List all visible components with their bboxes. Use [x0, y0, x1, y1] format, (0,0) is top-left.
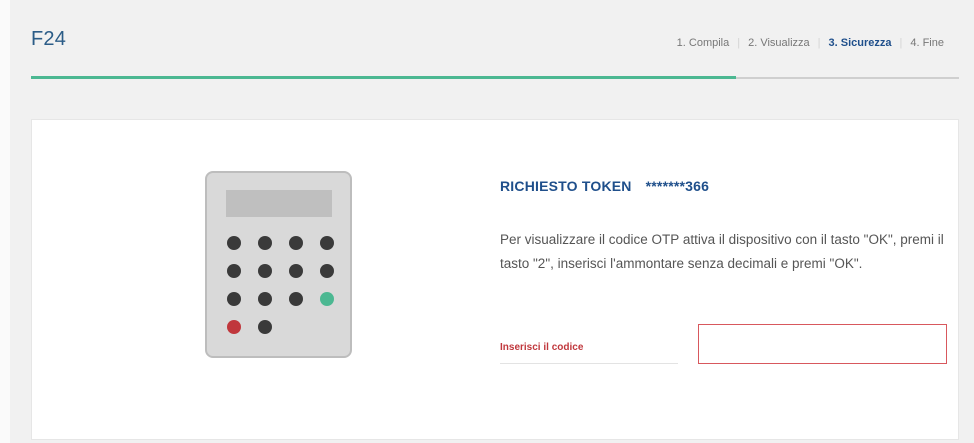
device-key	[289, 236, 303, 250]
left-edge	[0, 0, 10, 443]
token-masked-number: *******366	[645, 178, 710, 194]
device-key	[258, 320, 272, 334]
device-key	[227, 292, 241, 306]
step-sicurezza: 3. Sicurezza	[828, 37, 892, 49]
device-key	[227, 236, 241, 250]
page-background: F24 1. Compila | 2. Visualizza | 3. Sicu…	[0, 0, 974, 443]
device-cancel-key	[227, 320, 241, 334]
device-screen	[226, 190, 332, 217]
step-compila: 1. Compila	[676, 37, 730, 49]
device-key	[227, 264, 241, 278]
otp-token-device-icon	[205, 171, 352, 358]
progress-fill	[31, 76, 737, 79]
device-key	[289, 264, 303, 278]
token-instructions: Per visualizzare il codice OTP attiva il…	[500, 232, 944, 271]
device-key	[258, 236, 272, 250]
device-key	[289, 292, 303, 306]
token-heading: RICHIESTO TOKEN *******366	[500, 178, 709, 194]
device-key	[258, 292, 272, 306]
progress-bar	[31, 76, 959, 79]
code-field-divider	[500, 363, 678, 364]
stepper: 1. Compila | 2. Visualizza | 3. Sicurezz…	[669, 37, 952, 49]
otp-code-input[interactable]	[698, 324, 947, 364]
step-visualizza: 2. Visualizza	[748, 37, 810, 49]
device-key	[320, 264, 334, 278]
page-title: F24	[31, 28, 67, 50]
token-title-text: RICHIESTO TOKEN	[500, 178, 632, 194]
code-field-label: Inserisci il codice	[500, 342, 584, 353]
step-fine: 4. Fine	[910, 37, 944, 49]
device-key	[320, 236, 334, 250]
device-ok-key	[320, 292, 334, 306]
security-card	[31, 119, 959, 440]
device-key	[258, 264, 272, 278]
